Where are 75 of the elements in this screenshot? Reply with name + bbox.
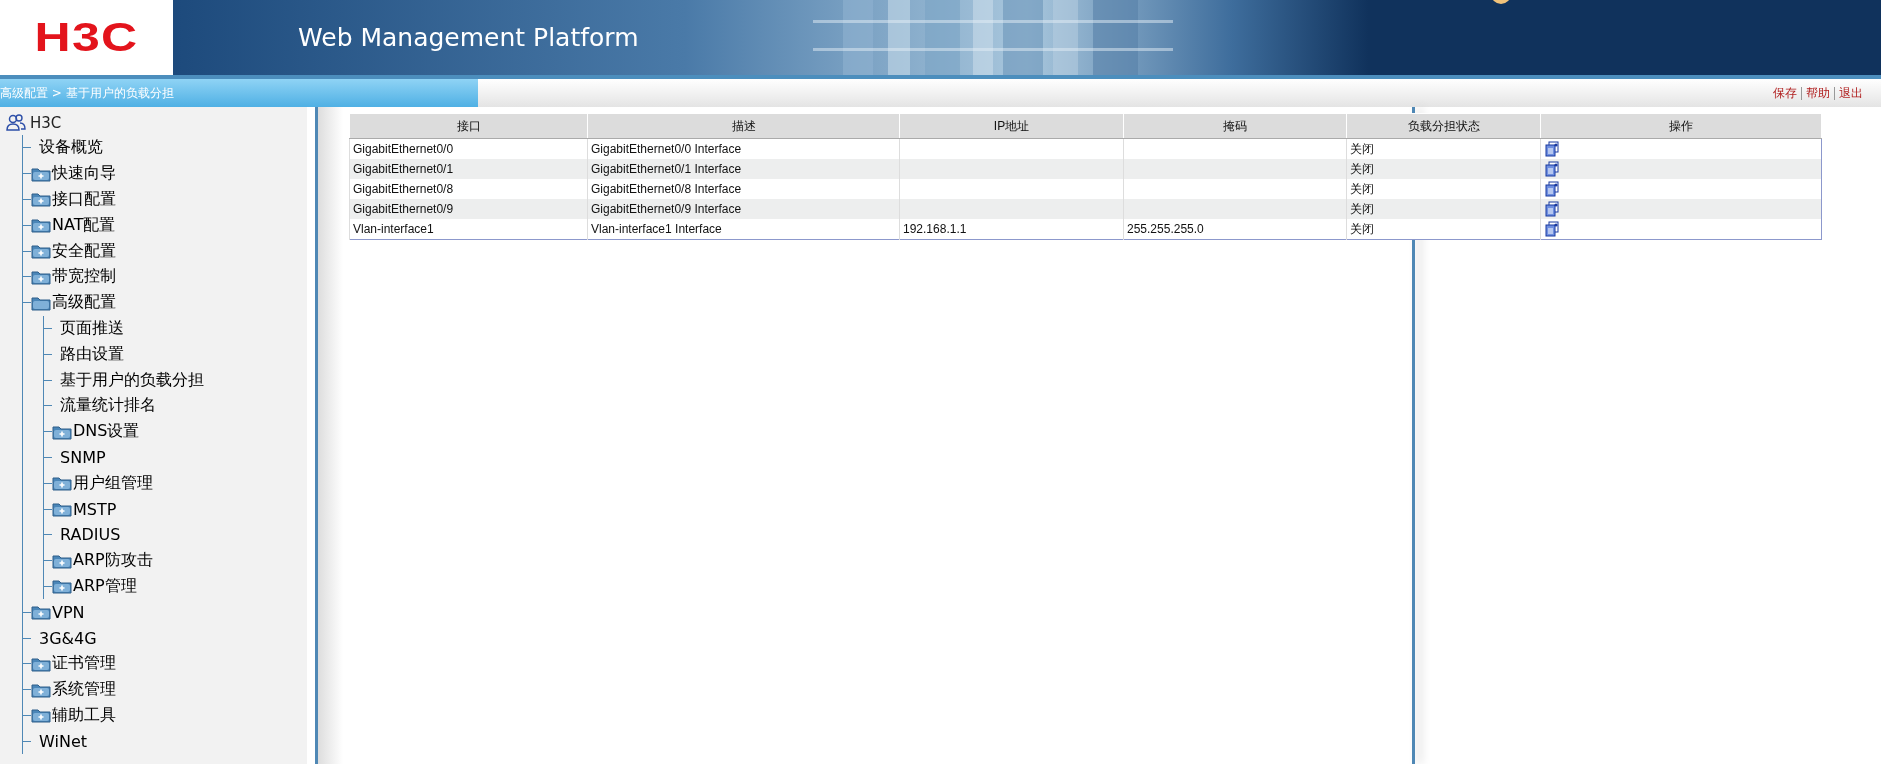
folder-icon[interactable] xyxy=(31,604,51,621)
table-cell: 关闭 xyxy=(1350,141,1374,156)
header-link[interactable]: 帮助 xyxy=(1801,86,1834,100)
table-cell: 255.255.255.0 xyxy=(1127,222,1204,236)
tree-item[interactable]: SNMP xyxy=(60,447,106,467)
column-header: 接口 xyxy=(349,113,588,139)
table-cell: 关闭 xyxy=(1350,221,1374,236)
folder-icon[interactable] xyxy=(31,268,51,285)
tree-item[interactable]: 带宽控制 xyxy=(52,266,116,288)
table-cell: Vlan-interface1 Interface xyxy=(591,222,722,236)
documents-icon[interactable] xyxy=(1544,141,1560,157)
documents-icon[interactable] xyxy=(1544,221,1560,237)
tree-item[interactable]: 路由设置 xyxy=(60,343,124,365)
folder-icon[interactable] xyxy=(31,294,51,311)
table-cell: GigabitEthernet0/9 Interface xyxy=(591,202,742,216)
tree-item[interactable]: 用户组管理 xyxy=(73,472,153,494)
tree-item[interactable]: 证书管理 xyxy=(52,653,116,675)
folder-icon[interactable] xyxy=(52,501,72,518)
table-cell: Vlan-interface1 xyxy=(353,222,434,236)
tree-item[interactable]: 页面推送 xyxy=(60,317,124,339)
tree-item[interactable]: 安全配置 xyxy=(52,240,116,262)
table-cell: 192.168.1.1 xyxy=(903,222,967,236)
folder-icon[interactable] xyxy=(31,655,51,672)
column-header: 负载分担状态 xyxy=(1346,113,1541,139)
folder-icon[interactable] xyxy=(52,423,72,440)
tree-item[interactable]: VPN xyxy=(52,602,85,622)
tree-item[interactable]: ARP管理 xyxy=(73,575,137,597)
tree-item[interactable]: NAT配置 xyxy=(52,214,116,236)
folder-icon[interactable] xyxy=(52,475,72,492)
tree-item[interactable]: 流量统计排名 xyxy=(60,395,156,417)
documents-icon[interactable] xyxy=(1544,181,1560,197)
folder-icon[interactable] xyxy=(31,165,51,182)
column-header: 描述 xyxy=(587,113,900,139)
column-header: IP地址 xyxy=(899,113,1124,139)
table-cell: GigabitEthernet0/8 Interface xyxy=(591,182,742,196)
table-cell: 关闭 xyxy=(1350,181,1374,196)
header-link[interactable]: 退出 xyxy=(1834,86,1867,100)
table-cell: GigabitEthernet0/8 xyxy=(353,182,454,196)
folder-icon[interactable] xyxy=(31,191,51,208)
header-link[interactable]: 保存 xyxy=(1769,86,1801,100)
table-cell: 关闭 xyxy=(1350,161,1374,176)
tree-item[interactable]: DNS设置 xyxy=(73,421,140,443)
folder-icon[interactable] xyxy=(31,217,51,234)
folder-icon[interactable] xyxy=(31,681,51,698)
breadcrumb: 高级配置 > 基于用户的负载分担 xyxy=(0,84,174,102)
tree-root[interactable]: H3C xyxy=(30,114,62,132)
table-cell: GigabitEthernet0/1 Interface xyxy=(591,162,742,176)
documents-icon[interactable] xyxy=(1544,161,1560,177)
app-title: Web Management Platform xyxy=(298,23,639,52)
folder-icon[interactable] xyxy=(52,552,72,569)
table-cell: 关闭 xyxy=(1350,201,1374,216)
documents-icon[interactable] xyxy=(1544,201,1560,217)
logo: H3C xyxy=(34,15,139,60)
folder-icon[interactable] xyxy=(31,243,51,260)
tree-item[interactable]: 设备概览 xyxy=(39,137,103,159)
tree-item[interactable]: 高级配置 xyxy=(52,292,116,314)
table-cell: GigabitEthernet0/0 Interface xyxy=(591,142,742,156)
tree-item[interactable]: 基于用户的负载分担 xyxy=(60,369,204,391)
tree-item[interactable]: 系统管理 xyxy=(52,679,116,701)
users-icon xyxy=(6,114,26,132)
table-cell: GigabitEthernet0/1 xyxy=(353,162,454,176)
tree-item[interactable]: ARP防攻击 xyxy=(73,550,153,572)
tree-item[interactable]: MSTP xyxy=(73,499,117,519)
column-header: 掩码 xyxy=(1123,113,1347,139)
tree-item[interactable]: RADIUS xyxy=(60,525,121,545)
tree-item[interactable]: 辅助工具 xyxy=(52,704,116,726)
table-cell: GigabitEthernet0/9 xyxy=(353,202,454,216)
tree-item[interactable]: 快速向导 xyxy=(52,163,116,185)
tree-item[interactable]: 3G&4G xyxy=(39,628,97,648)
tree-item[interactable]: 接口配置 xyxy=(52,189,116,210)
column-header: 操作 xyxy=(1540,113,1822,139)
folder-icon[interactable] xyxy=(31,707,51,724)
tree-item[interactable]: WiNet xyxy=(39,731,87,751)
folder-icon[interactable] xyxy=(52,578,72,595)
table-cell: GigabitEthernet0/0 xyxy=(353,142,454,156)
